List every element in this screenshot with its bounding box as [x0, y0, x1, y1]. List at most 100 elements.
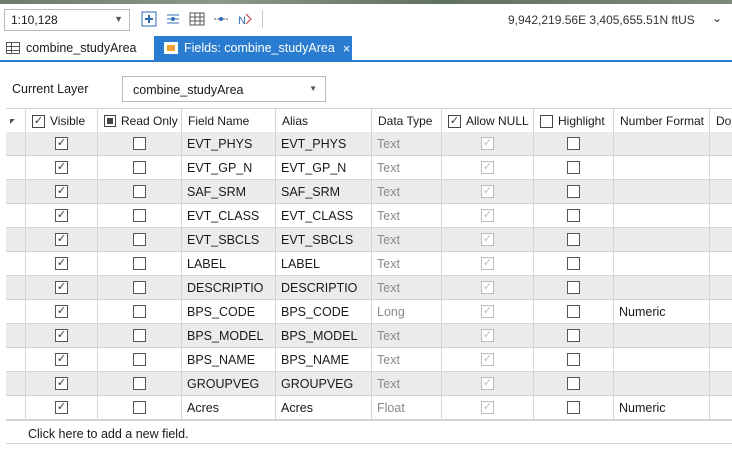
table-row[interactable]: ✓ BPS_CODE BPS_CODE Long ✓ Numeric [6, 300, 732, 324]
empty-checkbox-icon[interactable] [567, 185, 580, 198]
row-selector[interactable] [6, 276, 26, 300]
cell-field-name[interactable]: EVT_PHYS [182, 132, 276, 156]
cell-visible[interactable]: ✓ [26, 348, 98, 372]
empty-checkbox-icon[interactable] [133, 281, 146, 294]
cell-alias[interactable]: Acres [276, 396, 372, 420]
empty-checkbox-icon[interactable] [133, 305, 146, 318]
row-selector[interactable] [6, 156, 26, 180]
cell-allow-null[interactable]: ✓ [442, 204, 534, 228]
table-row[interactable]: ✓ EVT_PHYS EVT_PHYS Text ✓ [6, 132, 732, 156]
cell-domain[interactable] [710, 132, 732, 156]
column-header-highlight[interactable]: Highlight [534, 109, 614, 133]
cell-number-format[interactable] [614, 132, 710, 156]
row-selector[interactable] [6, 372, 26, 396]
table-row[interactable]: ✓ BPS_NAME BPS_NAME Text ✓ [6, 348, 732, 372]
empty-checkbox-icon[interactable] [540, 114, 553, 128]
cell-number-format[interactable] [614, 324, 710, 348]
check-icon[interactable]: ✓ [55, 137, 68, 150]
empty-checkbox-icon[interactable] [133, 161, 146, 174]
check-icon[interactable]: ✓ [55, 401, 68, 414]
cell-data-type[interactable]: Text [372, 372, 442, 396]
cell-alias[interactable]: BPS_CODE [276, 300, 372, 324]
table-row[interactable]: ✓ LABEL LABEL Text ✓ [6, 252, 732, 276]
cell-highlight[interactable] [534, 300, 614, 324]
empty-checkbox-icon[interactable] [567, 137, 580, 150]
cell-domain[interactable] [710, 276, 732, 300]
cell-allow-null[interactable]: ✓ [442, 180, 534, 204]
empty-checkbox-icon[interactable] [567, 401, 580, 414]
cell-highlight[interactable] [534, 228, 614, 252]
cell-domain[interactable] [710, 372, 732, 396]
cell-allow-null[interactable]: ✓ [442, 372, 534, 396]
column-header-visible[interactable]: ✓ Visible [26, 109, 98, 133]
check-icon[interactable]: ✓ [55, 185, 68, 198]
cell-visible[interactable]: ✓ [26, 372, 98, 396]
cell-read-only[interactable] [98, 156, 182, 180]
partial-check-icon[interactable] [104, 115, 116, 127]
check-icon[interactable]: ✓ [32, 114, 45, 128]
cell-alias[interactable]: EVT_CLASS [276, 204, 372, 228]
cell-allow-null[interactable]: ✓ [442, 252, 534, 276]
cell-number-format[interactable]: Numeric [614, 396, 710, 420]
current-layer-select[interactable]: combine_studyArea ▼ [122, 76, 326, 102]
cell-highlight[interactable] [534, 252, 614, 276]
cell-data-type[interactable]: Text [372, 324, 442, 348]
check-icon[interactable]: ✓ [448, 114, 461, 128]
row-selector[interactable] [6, 228, 26, 252]
grid-snap-icon[interactable] [164, 10, 182, 28]
constraints-icon[interactable] [212, 10, 230, 28]
cell-data-type[interactable]: Text [372, 252, 442, 276]
cell-number-format[interactable]: Numeric [614, 300, 710, 324]
empty-checkbox-icon[interactable] [133, 209, 146, 222]
cell-allow-null[interactable]: ✓ [442, 156, 534, 180]
cell-field-name[interactable]: BPS_MODEL [182, 324, 276, 348]
check-icon[interactable]: ✓ [55, 281, 68, 294]
empty-checkbox-icon[interactable] [567, 257, 580, 270]
cell-read-only[interactable] [98, 324, 182, 348]
cell-allow-null[interactable]: ✓ [442, 132, 534, 156]
table-row[interactable]: ✓ SAF_SRM SAF_SRM Text ✓ [6, 180, 732, 204]
cell-field-name[interactable]: Acres [182, 396, 276, 420]
cell-alias[interactable]: BPS_MODEL [276, 324, 372, 348]
cell-domain[interactable] [710, 324, 732, 348]
cell-highlight[interactable] [534, 180, 614, 204]
column-header-field-name[interactable]: Field Name [182, 109, 276, 133]
check-icon[interactable]: ✓ [55, 377, 68, 390]
row-selector[interactable] [6, 396, 26, 420]
cell-highlight[interactable] [534, 324, 614, 348]
snapping-icon[interactable]: N [236, 10, 254, 28]
cell-highlight[interactable] [534, 132, 614, 156]
row-selector[interactable] [6, 348, 26, 372]
coordinate-units-dropdown-icon[interactable]: ⌄ [712, 11, 722, 25]
empty-checkbox-icon[interactable] [567, 329, 580, 342]
cell-field-name[interactable]: EVT_CLASS [182, 204, 276, 228]
close-icon[interactable]: × [343, 41, 351, 56]
empty-checkbox-icon[interactable] [133, 377, 146, 390]
cell-highlight[interactable] [534, 156, 614, 180]
cell-allow-null[interactable]: ✓ [442, 348, 534, 372]
cell-data-type[interactable]: Text [372, 180, 442, 204]
empty-checkbox-icon[interactable] [133, 233, 146, 246]
cell-number-format[interactable] [614, 204, 710, 228]
empty-checkbox-icon[interactable] [133, 401, 146, 414]
empty-checkbox-icon[interactable] [567, 281, 580, 294]
table-row[interactable]: ✓ EVT_SBCLS EVT_SBCLS Text ✓ [6, 228, 732, 252]
cell-allow-null[interactable]: ✓ [442, 396, 534, 420]
cell-visible[interactable]: ✓ [26, 276, 98, 300]
column-header-allow-null[interactable]: ✓ Allow NULL [442, 109, 534, 133]
cell-read-only[interactable] [98, 204, 182, 228]
cell-number-format[interactable] [614, 180, 710, 204]
cell-domain[interactable] [710, 180, 732, 204]
column-header-domain[interactable]: Do [710, 109, 732, 133]
cell-field-name[interactable]: BPS_NAME [182, 348, 276, 372]
empty-checkbox-icon[interactable] [133, 257, 146, 270]
cell-allow-null[interactable]: ✓ [442, 276, 534, 300]
column-header-alias[interactable]: Alias [276, 109, 372, 133]
cell-number-format[interactable] [614, 156, 710, 180]
column-header-data-type[interactable]: Data Type [372, 109, 442, 133]
cell-data-type[interactable]: Long [372, 300, 442, 324]
select-all-corner[interactable] [6, 109, 26, 133]
cell-data-type[interactable]: Text [372, 228, 442, 252]
row-selector[interactable] [6, 204, 26, 228]
tab-attribute-table[interactable]: combine_studyArea [6, 36, 136, 60]
